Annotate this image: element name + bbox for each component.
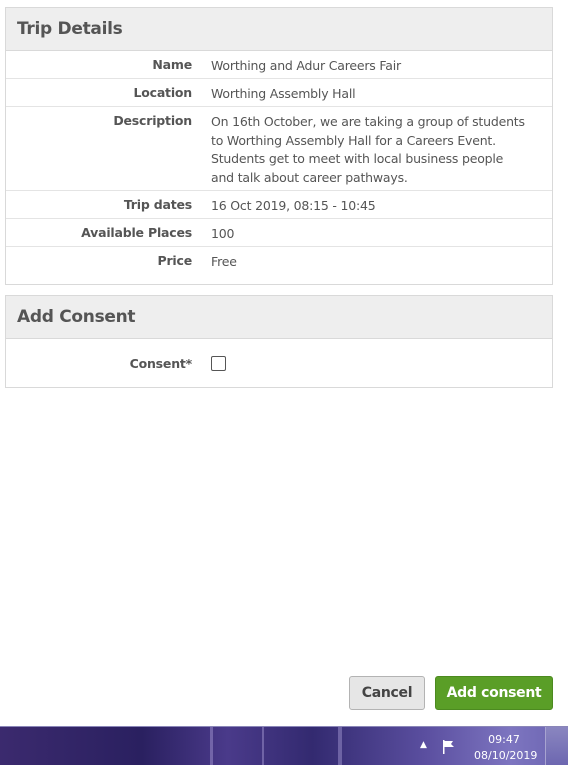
detail-row-trip-dates: Trip dates 16 Oct 2019, 08:15 - 10:45 (6, 191, 552, 219)
windows-taskbar: ▲ 09:47 08/10/2019 (0, 726, 568, 765)
detail-row-price: Price Free (6, 247, 552, 277)
add-consent-panel: Add Consent Consent* (5, 295, 553, 388)
taskbar-clock[interactable]: 09:47 08/10/2019 (474, 732, 538, 764)
description-line: On 16th October, we are taking a group o… (211, 114, 525, 129)
detail-value: Free (211, 254, 237, 269)
consent-row: Consent* (6, 339, 552, 387)
add-consent-heading: Add Consent (6, 296, 552, 339)
detail-label: Available Places (81, 225, 192, 240)
action-center-flag-icon[interactable] (441, 739, 457, 759)
detail-value: 16 Oct 2019, 08:15 - 10:45 (211, 198, 376, 213)
chevron-up-icon[interactable]: ▲ (420, 740, 427, 750)
detail-label: Name (152, 57, 192, 72)
detail-label: Location (133, 85, 192, 100)
detail-row-description: Description On 16th October, we are taki… (6, 107, 552, 191)
add-consent-button[interactable]: Add consent (435, 676, 553, 710)
cancel-button[interactable]: Cancel (349, 676, 425, 710)
description-line: and talk about career pathways. (211, 169, 408, 185)
detail-value: 100 (211, 226, 235, 241)
description-line: to Worthing Assembly Hall for a Careers … (211, 132, 496, 148)
trip-details-heading: Trip Details (6, 8, 552, 51)
detail-label: Description (113, 113, 192, 128)
detail-label: Trip dates (123, 197, 192, 212)
trip-details-panel: Trip Details Name Worthing and Adur Care… (5, 7, 553, 285)
taskbar-decoration (262, 727, 264, 765)
clock-time: 09:47 (488, 733, 520, 746)
detail-label: Price (157, 253, 193, 268)
taskbar-decoration (210, 727, 213, 765)
detail-row-location: Location Worthing Assembly Hall (6, 79, 552, 107)
clock-date: 08/10/2019 (474, 749, 538, 762)
consent-label: Consent* (129, 355, 193, 371)
description-text: On 16th October, we are taking a group o… (211, 107, 526, 190)
consent-checkbox[interactable] (211, 355, 226, 371)
description-line: Students get to meet with local business… (211, 151, 504, 166)
taskbar-decoration (338, 727, 342, 765)
detail-row-available-places: Available Places 100 (6, 219, 552, 247)
detail-value: Worthing Assembly Hall (211, 86, 356, 101)
detail-row-name: Name Worthing and Adur Careers Fair (6, 51, 552, 79)
show-desktop-button[interactable] (545, 727, 568, 765)
detail-value: Worthing and Adur Careers Fair (211, 58, 401, 73)
